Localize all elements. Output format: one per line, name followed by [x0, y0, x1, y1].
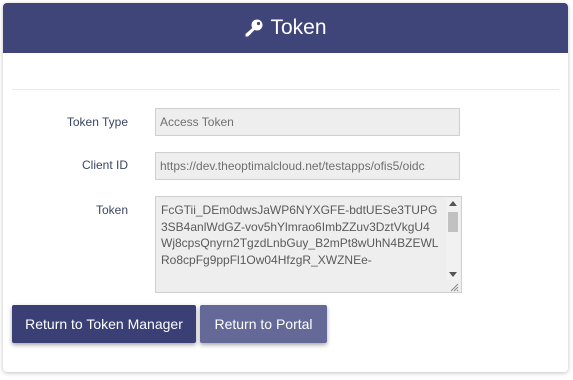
token-type-field[interactable]: Access Token: [155, 108, 460, 136]
scroll-thumb[interactable]: [448, 212, 458, 232]
return-to-token-manager-button[interactable]: Return to Token Manager: [12, 305, 196, 343]
token-text: FcGTii_DEm0dwsJaWP6NYXGFE-bdtUESe3TUPG3S…: [161, 203, 439, 267]
token-card: Token Token Type Access Token Client ID …: [3, 3, 568, 372]
token-label: Token: [95, 203, 128, 217]
scroll-down-icon[interactable]: [449, 272, 457, 277]
resize-grip-icon[interactable]: [449, 280, 459, 292]
return-to-portal-button[interactable]: Return to Portal: [200, 305, 327, 343]
key-icon: [244, 18, 264, 38]
token-scrollbar[interactable]: [446, 198, 460, 280]
scroll-up-icon[interactable]: [449, 201, 457, 206]
token-type-label: Token Type: [66, 115, 128, 129]
page-title: Token: [270, 16, 327, 39]
card-header: Token: [3, 3, 568, 53]
client-id-label: Client ID: [81, 158, 128, 172]
client-id-field[interactable]: https://dev.theoptimalcloud.net/testapps…: [155, 152, 460, 180]
token-textarea[interactable]: FcGTii_DEm0dwsJaWP6NYXGFE-bdtUESe3TUPG3S…: [155, 196, 462, 293]
divider: [12, 89, 559, 90]
